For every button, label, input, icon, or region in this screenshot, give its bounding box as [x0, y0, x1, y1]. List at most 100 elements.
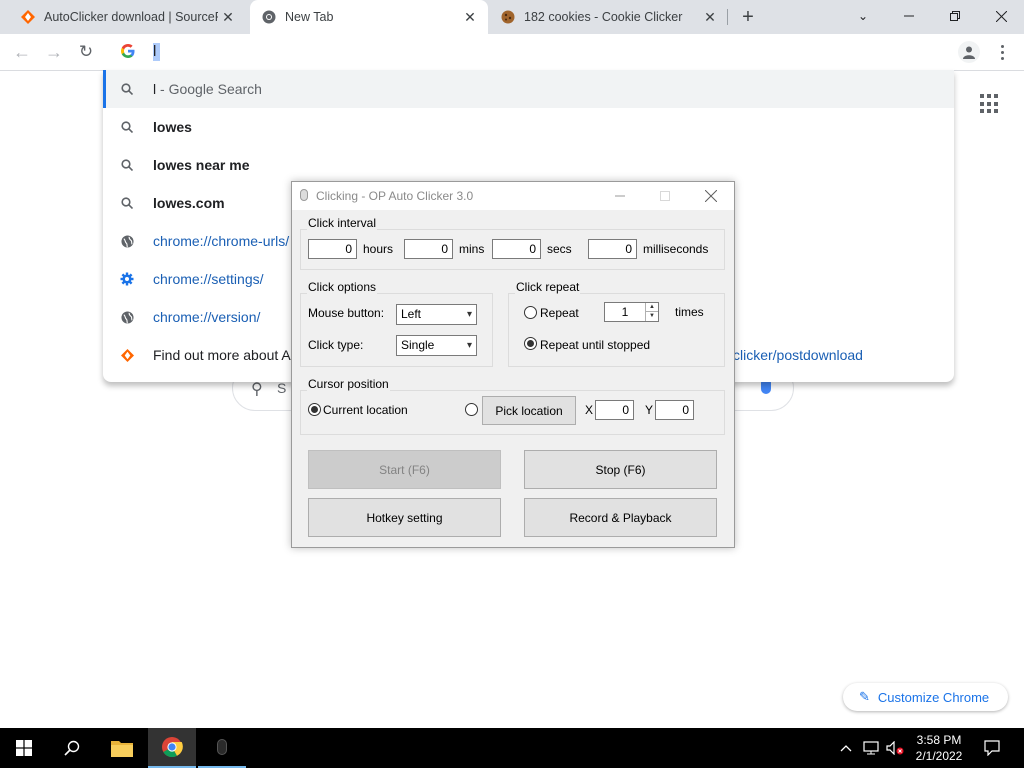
- click-type-select[interactable]: Single ▾: [396, 335, 477, 356]
- show-hidden-icons-chevron-icon[interactable]: [837, 728, 855, 768]
- forward-arrow-icon[interactable]: →: [42, 40, 66, 64]
- dialog-title: Clicking - OP Auto Clicker 3.0: [316, 189, 474, 203]
- times-label: times: [675, 305, 704, 319]
- customize-chrome-button[interactable]: ✎ Customize Chrome: [843, 683, 1008, 711]
- chevron-down-icon: ▾: [466, 309, 472, 320]
- secs-input[interactable]: 0: [492, 239, 541, 259]
- customize-chrome-label: Customize Chrome: [877, 689, 990, 705]
- suggestion-url[interactable]: clicker/postdownload: [733, 347, 863, 363]
- suggestion-item[interactable]: lowes: [103, 108, 954, 146]
- chrome-taskbar-icon[interactable]: [148, 728, 196, 768]
- x-coordinate-input[interactable]: 0: [595, 400, 634, 420]
- screen: AutoClicker download | SourceFo ✕ New Ta…: [0, 0, 1024, 768]
- hotkey-setting-button[interactable]: Hotkey setting: [308, 498, 501, 537]
- menu-kebab-icon[interactable]: [992, 41, 1012, 63]
- file-explorer-icon[interactable]: [98, 728, 146, 768]
- minimize-button[interactable]: [886, 0, 932, 32]
- google-icon: [120, 43, 136, 59]
- spin-down-icon[interactable]: ▼: [645, 312, 658, 321]
- hours-label: hours: [363, 242, 394, 256]
- secs-label: secs: [547, 242, 572, 256]
- tab-strip: AutoClicker download | SourceFo ✕ New Ta…: [0, 0, 1024, 34]
- chevron-down-icon: ▾: [466, 340, 472, 351]
- system-clock[interactable]: 3:58 PM 2/1/2022: [906, 732, 972, 764]
- click-interval-label: Click interval: [307, 216, 378, 230]
- tab-cookie-clicker[interactable]: 182 cookies - Cookie Clicker ✕: [490, 0, 728, 34]
- y-label: Y: [645, 403, 654, 417]
- network-icon[interactable]: [860, 728, 882, 768]
- search-icon[interactable]: [48, 728, 96, 768]
- search-icon: [119, 195, 135, 211]
- maximize-button[interactable]: [655, 186, 675, 206]
- mouse-button-value: Left: [401, 307, 422, 321]
- sourceforge-icon: [20, 9, 36, 25]
- suggestion-item[interactable]: l - Google Search: [103, 70, 954, 108]
- suggestion-text: chrome://settings/: [153, 271, 264, 287]
- profile-icon[interactable]: [958, 41, 980, 63]
- cookie-icon: [500, 9, 516, 25]
- sourceforge-icon: [119, 347, 135, 363]
- close-icon[interactable]: ✕: [700, 7, 720, 27]
- mouse-button-label: Mouse button:: [308, 306, 385, 320]
- back-arrow-icon[interactable]: ←: [10, 40, 34, 64]
- gear-icon: [119, 271, 135, 287]
- hours-input[interactable]: 0: [308, 239, 357, 259]
- tab-new-tab[interactable]: New Tab ✕: [250, 0, 488, 34]
- omnibox[interactable]: l: [103, 34, 954, 70]
- close-icon[interactable]: ✕: [460, 7, 480, 27]
- mouse-button-select[interactable]: Left ▾: [396, 304, 477, 325]
- pencil-icon: ✎: [859, 689, 870, 704]
- windows-start-icon[interactable]: [0, 728, 48, 768]
- close-button[interactable]: [701, 186, 721, 206]
- milliseconds-input[interactable]: 0: [588, 239, 637, 259]
- tab-search-icon[interactable]: ⌄: [840, 0, 886, 32]
- repeat-until-stopped-radio[interactable]: [524, 337, 537, 350]
- y-coordinate-input[interactable]: 0: [655, 400, 694, 420]
- search-icon: [119, 157, 135, 173]
- stop-button[interactable]: Stop (F6): [524, 450, 717, 489]
- pick-location-button[interactable]: Pick location: [482, 396, 576, 425]
- auto-clicker-taskbar-icon[interactable]: [198, 728, 246, 768]
- ntp-search-placeholder: S: [277, 380, 287, 396]
- minimize-button[interactable]: [610, 186, 630, 206]
- repeat-count-stepper[interactable]: 1 ▲ ▼: [604, 302, 659, 322]
- repeat-count-value: 1: [621, 305, 629, 319]
- record-playback-button[interactable]: Record & Playback: [524, 498, 717, 537]
- start-button[interactable]: Start (F6): [308, 450, 501, 489]
- tab-title: 182 cookies - Cookie Clicker: [524, 10, 683, 24]
- clock-date: 2/1/2022: [915, 749, 963, 763]
- suggestion-item[interactable]: lowes near me: [103, 146, 954, 184]
- repeat-label: Repeat: [540, 306, 579, 320]
- tab-sourceforge[interactable]: AutoClicker download | SourceFo ✕: [0, 0, 246, 34]
- pick-location-radio[interactable]: [465, 403, 478, 416]
- restore-button[interactable]: [932, 0, 978, 32]
- spin-up-icon[interactable]: ▲: [645, 303, 658, 312]
- google-apps-icon[interactable]: [980, 94, 1000, 114]
- search-icon: [119, 81, 135, 97]
- auto-clicker-window: Clicking - OP Auto Clicker 3.0 Click int…: [291, 181, 735, 548]
- globe-icon: [119, 309, 135, 325]
- milliseconds-label: milliseconds: [643, 242, 709, 256]
- dialog-titlebar[interactable]: Clicking - OP Auto Clicker 3.0: [292, 182, 734, 210]
- browser-toolbar: ← → ↻ l: [0, 34, 1024, 71]
- reload-icon[interactable]: ↻: [74, 40, 98, 64]
- tab-title: New Tab: [285, 10, 334, 24]
- current-location-radio[interactable]: [308, 403, 321, 416]
- mins-input[interactable]: 0: [404, 239, 453, 259]
- click-repeat-label: Click repeat: [515, 280, 581, 294]
- suggestion-rest: - Google Search: [156, 81, 262, 97]
- repeat-radio[interactable]: [524, 306, 537, 319]
- close-window-button[interactable]: [978, 0, 1024, 32]
- omnibox-input[interactable]: l: [153, 43, 853, 61]
- volume-muted-icon[interactable]: [884, 728, 906, 768]
- new-tab-button[interactable]: +: [736, 5, 760, 29]
- search-icon: [119, 119, 135, 135]
- click-type-value: Single: [401, 338, 435, 352]
- tab-separator: [727, 9, 728, 25]
- globe-icon: [119, 233, 135, 249]
- search-icon: ⚲: [251, 381, 263, 398]
- notifications-icon[interactable]: [980, 728, 1004, 768]
- close-icon[interactable]: ✕: [218, 7, 238, 27]
- mouse-icon: [300, 189, 308, 201]
- suggestion-text: lowes: [153, 119, 192, 135]
